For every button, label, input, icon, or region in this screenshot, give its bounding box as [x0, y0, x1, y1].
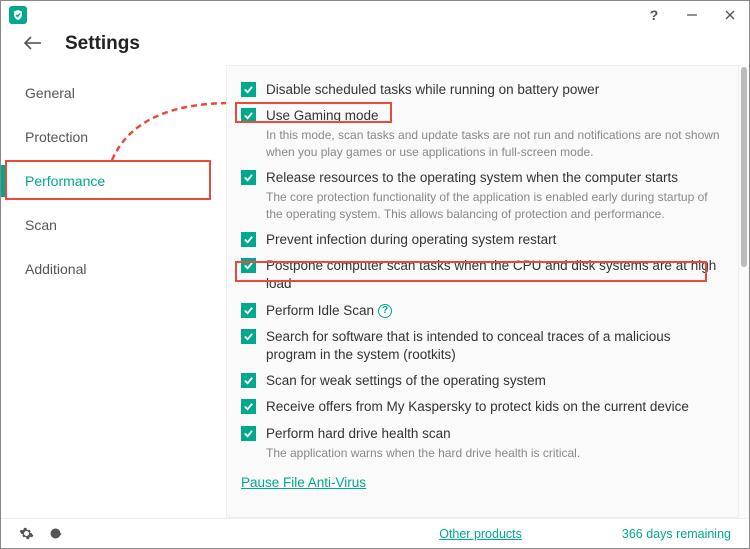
sidebar-item-performance[interactable]: Performance [1, 159, 226, 203]
settings-content-pane: Disable scheduled tasks while running on… [226, 65, 739, 518]
option-rootkits: Search for software that is intended to … [239, 325, 726, 367]
checkbox[interactable] [241, 373, 256, 388]
option-label: Scan for weak settings of the operating … [266, 372, 720, 390]
sidebar-item-protection[interactable]: Protection [1, 115, 226, 159]
checkbox[interactable] [241, 399, 256, 414]
sidebar: General Protection Performance Scan Addi… [1, 65, 226, 518]
license-status: 366 days remaining [622, 527, 731, 541]
checkbox[interactable] [241, 303, 256, 318]
option-weak-settings: Scan for weak settings of the operating … [239, 369, 726, 393]
option-gaming-mode: Use Gaming mode In this mode, scan tasks… [239, 104, 726, 164]
option-label: Prevent infection during operating syste… [266, 231, 720, 249]
checkbox[interactable] [241, 108, 256, 123]
close-button[interactable] [711, 1, 749, 29]
pause-antivirus-link[interactable]: Pause File Anti-Virus [241, 475, 366, 490]
option-label: Disable scheduled tasks while running on… [266, 81, 720, 99]
sidebar-item-label: Performance [25, 173, 105, 189]
option-label: Use Gaming mode [266, 107, 720, 125]
other-products-link[interactable]: Other products [439, 527, 522, 541]
minimize-button[interactable] [673, 1, 711, 29]
scrollbar[interactable] [739, 65, 749, 518]
checkbox[interactable] [241, 426, 256, 441]
option-release-resources: Release resources to the operating syste… [239, 166, 726, 226]
gear-icon[interactable] [19, 526, 34, 541]
option-description: In this mode, scan tasks and update task… [266, 127, 720, 161]
help-button[interactable]: ? [635, 1, 673, 29]
sidebar-item-label: Protection [25, 129, 88, 145]
app-shield-icon [9, 6, 27, 24]
option-label: Search for software that is intended to … [266, 328, 720, 364]
option-description: The application warns when the hard driv… [266, 445, 720, 462]
statusbar: Other products 366 days remaining [1, 518, 749, 548]
sidebar-item-general[interactable]: General [1, 71, 226, 115]
scroll-thumb[interactable] [741, 67, 747, 267]
checkbox[interactable] [241, 329, 256, 344]
option-description: The core protection functionality of the… [266, 189, 720, 223]
sidebar-item-label: Scan [25, 217, 57, 233]
checkbox[interactable] [241, 232, 256, 247]
page-title: Settings [65, 33, 140, 55]
option-label: Perform hard drive health scan [266, 425, 720, 443]
sidebar-item-scan[interactable]: Scan [1, 203, 226, 247]
option-label: Release resources to the operating syste… [266, 169, 720, 187]
checkbox[interactable] [241, 170, 256, 185]
header: Settings [1, 29, 749, 65]
sidebar-item-label: General [25, 85, 75, 101]
option-label: Perform Idle Scan? [266, 302, 720, 320]
back-arrow-icon[interactable] [23, 35, 43, 53]
option-label: Postpone computer scan tasks when the CP… [266, 257, 720, 293]
help-icon[interactable]: ? [378, 304, 392, 318]
checkbox[interactable] [241, 258, 256, 273]
checkbox[interactable] [241, 82, 256, 97]
option-offers: Receive offers from My Kaspersky to prot… [239, 395, 726, 419]
option-hdd-health: Perform hard drive health scan The appli… [239, 422, 726, 465]
titlebar: ? [1, 1, 749, 29]
option-prevent-infection: Prevent infection during operating syste… [239, 228, 726, 252]
option-battery: Disable scheduled tasks while running on… [239, 78, 726, 102]
option-label: Receive offers from My Kaspersky to prot… [266, 398, 720, 416]
sidebar-item-label: Additional [25, 261, 87, 277]
option-postpone-scan: Postpone computer scan tasks when the CP… [239, 254, 726, 296]
sidebar-item-additional[interactable]: Additional [1, 247, 226, 291]
refresh-icon[interactable] [48, 526, 63, 541]
option-idle-scan: Perform Idle Scan? [239, 299, 726, 323]
